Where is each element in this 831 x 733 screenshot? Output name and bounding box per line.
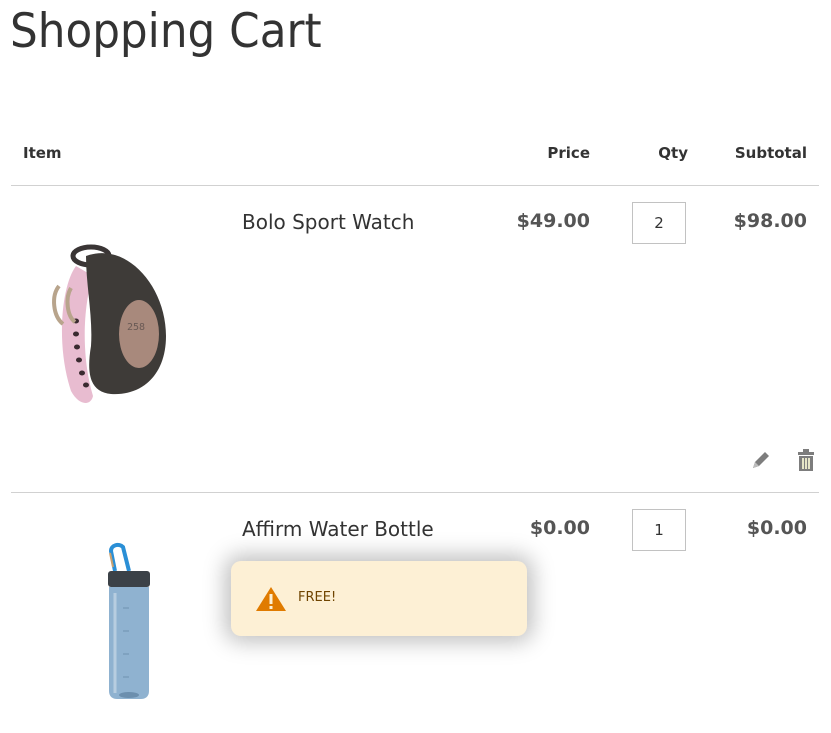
product-image-watch[interactable]: 258 [31, 226, 191, 426]
cart-item-row: 258 Bolo Sport Watch $49.00 2 $98.00 [11, 186, 819, 493]
svg-text:258: 258 [127, 322, 145, 333]
product-image-water-bottle[interactable] [31, 533, 191, 733]
notification-message: FREE! [298, 590, 337, 605]
trash-icon [798, 449, 814, 471]
product-name[interactable]: Bolo Sport Watch [242, 210, 414, 234]
header-subtotal: Subtotal [734, 144, 807, 162]
warning-notification: FREE! [231, 561, 527, 636]
product-price: $49.00 [516, 210, 590, 232]
pencil-icon [753, 452, 769, 468]
header-item: Item [23, 144, 62, 162]
header-price: Price [547, 144, 590, 162]
product-price: $0.00 [529, 517, 590, 539]
qty-input[interactable]: 2 [632, 202, 686, 244]
product-name[interactable]: Affirm Water Bottle [242, 517, 434, 541]
header-qty: Qty [658, 144, 688, 162]
product-subtotal: $0.00 [746, 517, 807, 539]
qty-input[interactable]: 1 [632, 509, 686, 551]
edit-button[interactable] [749, 448, 771, 472]
delete-button[interactable] [795, 448, 817, 472]
warning-icon [255, 586, 287, 612]
cart-table-header: Item Price Qty Subtotal [11, 140, 819, 186]
page-title: Shopping Cart [10, 4, 322, 59]
product-subtotal: $98.00 [733, 210, 807, 232]
